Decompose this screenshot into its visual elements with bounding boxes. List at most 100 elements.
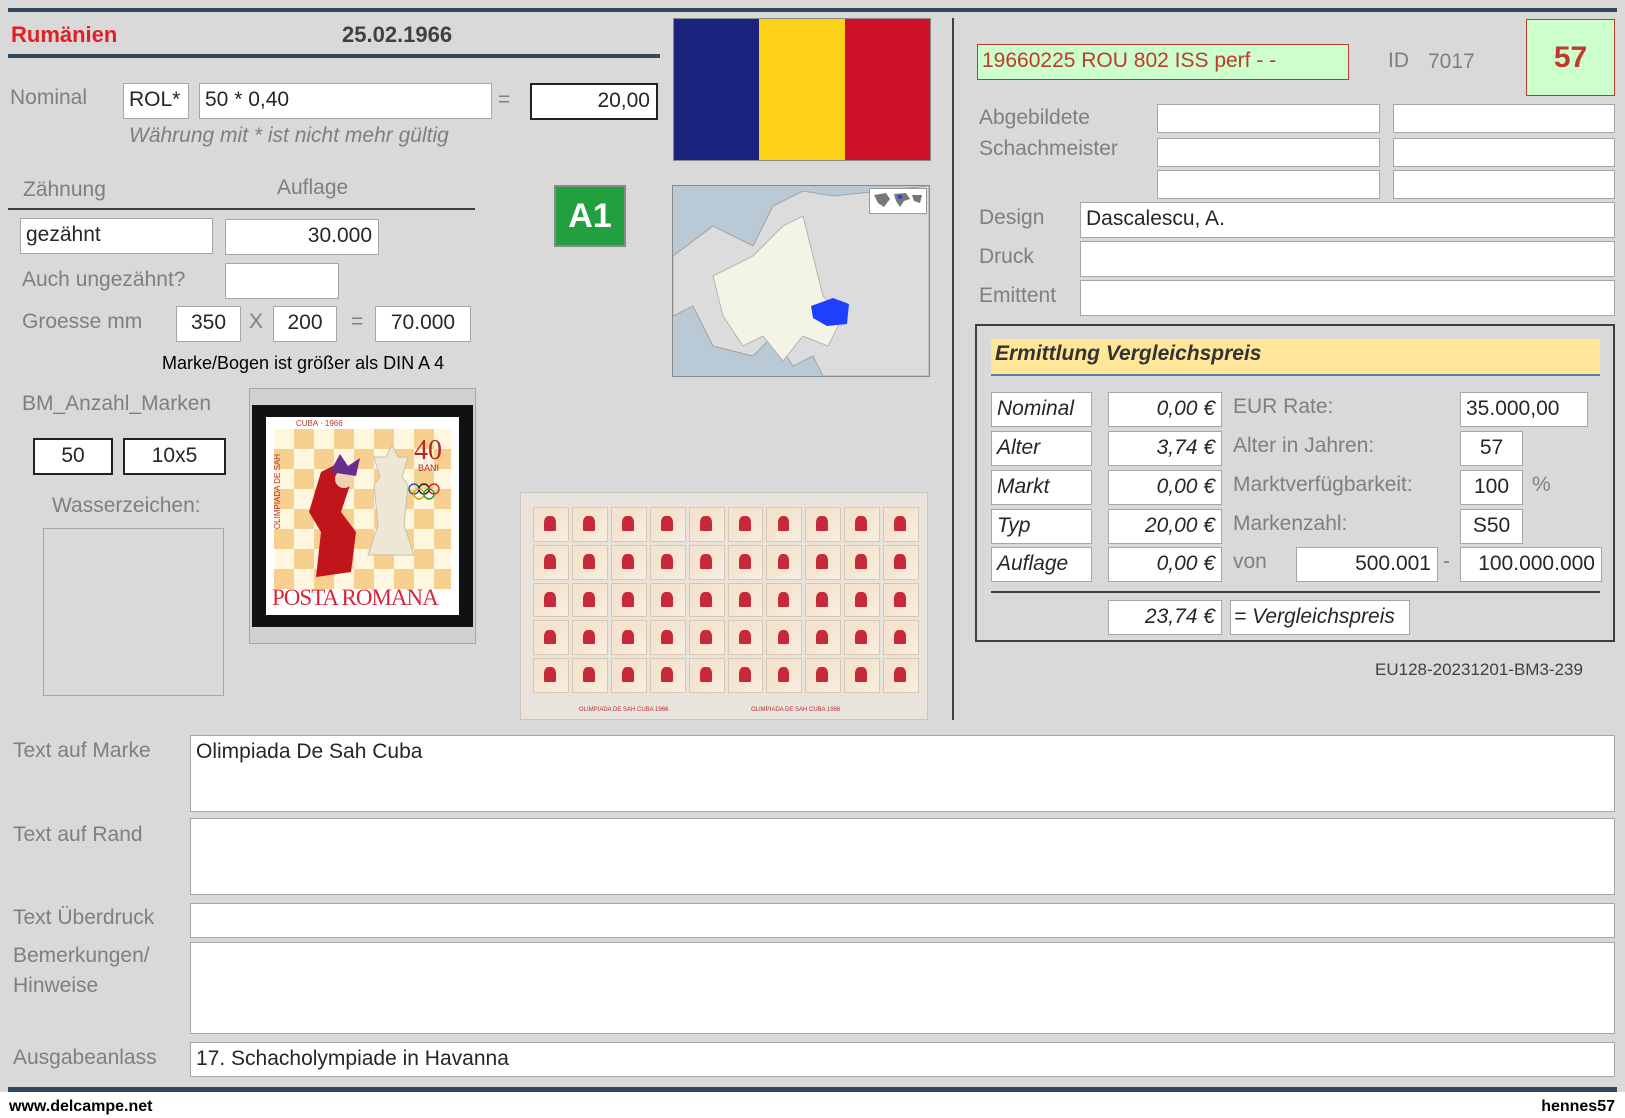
imperf-label: Auch ungezähnt? [22, 268, 186, 291]
bemerkungen-label-2: Hinweise [13, 974, 99, 997]
sheet-stamp-cell [533, 544, 569, 580]
sheet-stamp-figure [738, 591, 751, 607]
text-rand-label: Text auf Rand [13, 823, 143, 846]
sheet-stamp-cell [533, 658, 569, 693]
text-ueberdruck-field[interactable] [190, 903, 1615, 938]
sheet-stamp-figure [855, 667, 868, 683]
sheet-stamp-cell [727, 507, 764, 542]
chess-master-field-6[interactable] [1393, 170, 1615, 199]
bm-layout-field[interactable]: 10x5 [123, 438, 226, 475]
chess-master-field-4[interactable] [1393, 138, 1615, 167]
sheet-stamp-cell [610, 582, 647, 618]
stamp-count-field[interactable]: S50 [1460, 509, 1523, 544]
price-row-label-alter: Alter [991, 431, 1092, 466]
sheet-stamp-cell [766, 658, 803, 693]
sheet-stamp-cell [610, 658, 647, 693]
country-title: Rumänien [11, 22, 118, 47]
sheet-stamp-figure [894, 667, 907, 683]
size-note: Marke/Bogen ist größer als DIN A 4 [162, 353, 445, 373]
stamp-black-border: CUBA · 1966 OLIMPIADA DE SAH 40 BANI POS… [252, 405, 473, 627]
price-total-field[interactable]: 23,74 € [1108, 600, 1222, 635]
price-row-label-typ: Typ [991, 509, 1092, 544]
price-row-value-typ[interactable]: 20,00 € [1108, 509, 1222, 544]
emittent-field[interactable] [1080, 280, 1615, 316]
stamp-sheet: OLIMPIADA DE SAH CUBA 1966 OLIMPIADA DE … [520, 492, 928, 720]
sheet-stamp-cell [766, 620, 803, 656]
market-availability-field[interactable]: 100 [1460, 470, 1523, 505]
bm-count-field[interactable]: 50 [33, 438, 113, 475]
sheet-stamp-figure [816, 553, 829, 569]
text-rand-field[interactable] [190, 818, 1615, 895]
sheet-stamp-cell [844, 582, 881, 618]
issue-date: 25.02.1966 [342, 22, 453, 47]
ausgabeanlass-field[interactable]: 17. Schacholympiade in Havanna [190, 1042, 1615, 1077]
emittent-label: Emittent [979, 284, 1057, 307]
top-border [8, 8, 1617, 12]
sheet-stamp-figure [621, 553, 634, 569]
sheet-stamp-figure [583, 591, 595, 607]
age-years-field[interactable]: 57 [1460, 431, 1523, 466]
price-row-value-alter[interactable]: 3,74 € [1108, 431, 1222, 466]
sheet-stamp-cell [805, 658, 842, 693]
price-row-value-nominal[interactable]: 0,00 € [1108, 392, 1222, 427]
imperf-field[interactable] [225, 263, 339, 299]
sheet-stamp-cell [805, 507, 842, 542]
flag-stripe-red [844, 19, 930, 160]
text-ueberdruck-label: Text Überdruck [13, 906, 155, 929]
sheet-stamp-figure [894, 629, 907, 645]
bemerkungen-field[interactable] [190, 942, 1615, 1034]
price-row-value-auflage[interactable]: 0,00 € [1108, 547, 1222, 582]
eur-rate-field[interactable]: 35.000,00 [1460, 392, 1588, 427]
druck-field[interactable] [1080, 241, 1615, 277]
druck-label: Druck [979, 245, 1034, 268]
sheet-stamp-figure [816, 667, 829, 683]
sheet-stamp-figure [621, 516, 634, 531]
sheet-stamp-cell [571, 582, 608, 618]
sheet-stamp-figure [621, 591, 634, 607]
von-label: von [1233, 550, 1267, 573]
chess-master-field-5[interactable] [1157, 170, 1380, 199]
footer-right-text: hennes57 [1541, 1098, 1615, 1115]
chess-master-field-1[interactable] [1157, 104, 1380, 133]
text-marke-field[interactable]: Olimpiada De Sah Cuba [190, 735, 1615, 812]
sheet-stamp-figure [816, 591, 829, 607]
sheet-stamp-figure [660, 516, 673, 531]
currency-field[interactable]: ROL* [123, 83, 189, 119]
sheet-stamp-cell [844, 658, 881, 693]
chess-master-field-3[interactable] [1157, 138, 1380, 167]
sheet-stamp-cell [883, 620, 919, 656]
sheet-stamp-cell [844, 544, 881, 580]
von-to-field[interactable]: 100.000.000 [1460, 547, 1602, 582]
price-row-label-auflage: Auflage [991, 547, 1092, 582]
price-row-label-nominal: Nominal [991, 392, 1092, 427]
sheet-stamp-figure [816, 516, 829, 531]
design-field[interactable]: Dascalescu, A. [1080, 202, 1615, 238]
europe-map [672, 185, 930, 377]
nominal-value-field[interactable]: 20,00 [530, 83, 658, 120]
design-label: Design [979, 206, 1045, 229]
sheet-stamp-cell [883, 658, 919, 693]
size-area-field[interactable]: 70.000 [375, 306, 471, 342]
size-width-field[interactable]: 350 [176, 306, 241, 342]
nominal-formula-field[interactable]: 50 * 0,40 [199, 83, 492, 119]
sheet-stamp-figure [544, 591, 557, 607]
size-height-field[interactable]: 200 [273, 306, 337, 342]
price-row-value-markt[interactable]: 0,00 € [1108, 470, 1222, 505]
zahnung-field[interactable]: gezähnt [20, 218, 213, 254]
sheet-stamp-figure [660, 667, 673, 683]
sheet-stamp-figure [544, 629, 557, 645]
sheet-stamp-cell [649, 507, 686, 542]
sheet-stamp-figure [738, 553, 751, 569]
chess-master-field-2[interactable] [1393, 104, 1615, 133]
sheet-stamp-figure [621, 667, 634, 683]
sheet-stamp-cell [610, 620, 647, 656]
vertical-divider [952, 18, 954, 720]
von-from-field[interactable]: 500.001 [1296, 547, 1438, 582]
sheet-stamp-cell [766, 507, 803, 542]
price-row-label-markt: Markt [991, 470, 1092, 505]
chess-masters-label-1: Abgebildete [979, 106, 1090, 129]
catalog-code-field[interactable]: 19660225 ROU 802 ISS perf - - [977, 44, 1349, 80]
auflage-field[interactable]: 30.000 [225, 219, 379, 255]
record-number-box: 57 [1526, 19, 1615, 96]
id-label: ID [1388, 49, 1409, 72]
